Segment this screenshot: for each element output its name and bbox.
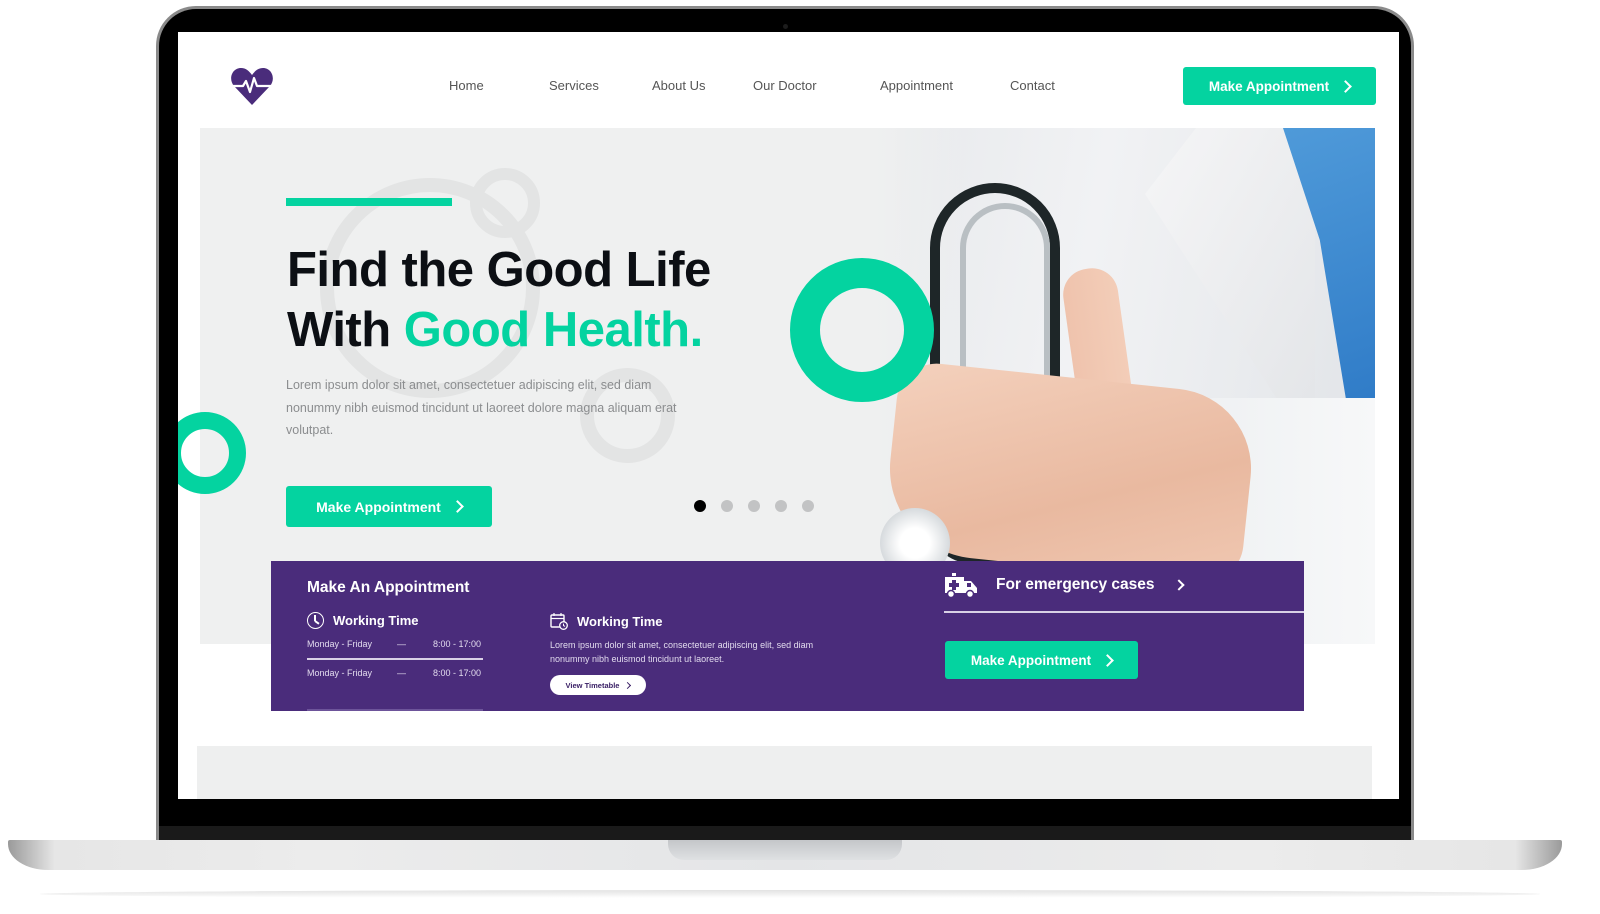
chevron-right-icon [624, 681, 632, 689]
laptop-notch [668, 840, 902, 860]
hero-accent-bar [286, 198, 452, 206]
emergency-divider [944, 611, 1304, 613]
working-time-heading-2: Working Time [550, 612, 662, 630]
heart-pulse-icon[interactable] [230, 66, 274, 106]
hero-make-appointment-button[interactable]: Make Appointment [286, 486, 492, 527]
schedule-dash: — [397, 668, 406, 678]
schedule-hours: 8:00 - 17:00 [433, 668, 482, 678]
appointment-panel-title: Make An Appointment [307, 579, 470, 596]
clock-icon [307, 612, 324, 629]
calendar-clock-icon [550, 613, 568, 630]
nav-about-us[interactable]: About Us [652, 78, 705, 93]
floor-shadow [40, 890, 1540, 898]
slider-dot-4[interactable] [775, 500, 787, 512]
schedule-days: Monday - Friday [307, 639, 373, 649]
schedule-days: Monday - Friday [307, 668, 373, 678]
emergency-label: For emergency cases [996, 576, 1155, 593]
nav-services[interactable]: Services [549, 78, 599, 93]
website-screen: Home Services About Us Our Doctor Appoin… [178, 32, 1399, 799]
chevron-right-icon [450, 500, 464, 513]
emergency-link[interactable]: For emergency cases [944, 571, 1185, 599]
header-cta-label: Make Appointment [1208, 78, 1330, 94]
hero-title-line1: Find the Good Life [287, 243, 711, 297]
schedule-dash: — [397, 639, 406, 649]
schedule-divider [307, 658, 483, 660]
schedule-hours: 8:00 - 17:00 [433, 639, 482, 649]
chevron-right-icon [1101, 653, 1114, 667]
slider-dots [694, 500, 814, 512]
appointment-panel: Make An Appointment Working Time Monday … [271, 561, 1304, 711]
panel-make-appointment-button[interactable]: Make Appointment [945, 641, 1138, 679]
site-header: Home Services About Us Our Doctor Appoin… [178, 32, 1399, 128]
header-make-appointment-button[interactable]: Make Appointment [1183, 67, 1376, 105]
hero-title-line2: With [287, 303, 404, 357]
view-timetable-button[interactable]: View Timetable [550, 675, 646, 695]
hero-description: Lorem ipsum dolor sit amet, consectetuer… [286, 378, 677, 437]
nav-appointment[interactable]: Appointment [880, 78, 953, 93]
hero-title-highlight: Good Health. [403, 303, 703, 357]
schedule-row: Monday - Friday — 8:00 - 17:00 [307, 668, 483, 678]
nav-home[interactable]: Home [449, 78, 484, 93]
slider-dot-1[interactable] [694, 500, 706, 512]
laptop-mockup: Home Services About Us Our Doctor Appoin… [0, 0, 1600, 914]
working-time-description: Lorem ipsum dolor sit amet, consectetuer… [550, 640, 814, 664]
stethoscope-watermark-earpiece [470, 168, 540, 238]
chevron-right-icon [1339, 79, 1352, 93]
view-timetable-label: View Timetable [565, 680, 620, 690]
next-section-placeholder [197, 746, 1372, 799]
working-time-heading-1: Working Time [307, 612, 418, 629]
chevron-right-icon [1172, 579, 1185, 591]
ambulance-icon [945, 573, 977, 599]
working-time-label: Working Time [333, 613, 419, 628]
schedule-divider [307, 709, 483, 711]
schedule-row: Monday - Friday — 8:00 - 17:00 [307, 639, 483, 649]
hero-title: Find the Good Life With Good Health. [287, 240, 711, 360]
slider-dot-3[interactable] [748, 500, 760, 512]
hero-cta-label: Make Appointment [316, 498, 441, 515]
camera-icon [783, 24, 788, 29]
slider-dot-5[interactable] [802, 500, 814, 512]
nav-contact[interactable]: Contact [1010, 78, 1055, 93]
slider-dot-2[interactable] [721, 500, 733, 512]
decorative-ring [790, 258, 934, 402]
working-time-label: Working Time [577, 613, 663, 629]
nav-our-doctor[interactable]: Our Doctor [753, 78, 817, 93]
panel-cta-label: Make Appointment [970, 652, 1092, 668]
